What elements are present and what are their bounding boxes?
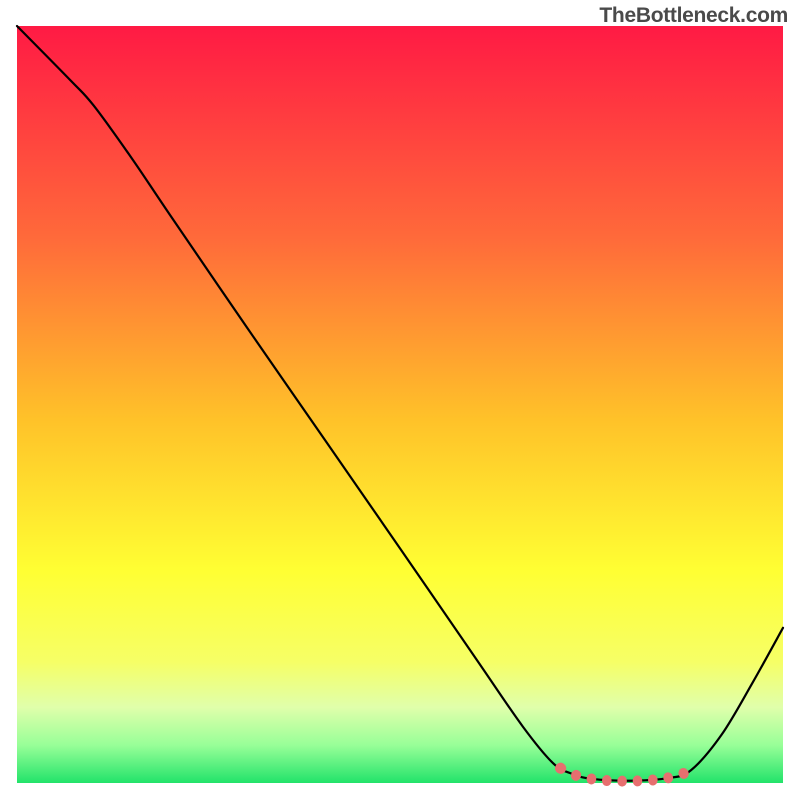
bottleneck-chart xyxy=(0,0,800,800)
watermark-label: TheBottleneck.com xyxy=(599,4,788,28)
marker-dash xyxy=(617,776,627,787)
plot-background xyxy=(17,26,783,783)
